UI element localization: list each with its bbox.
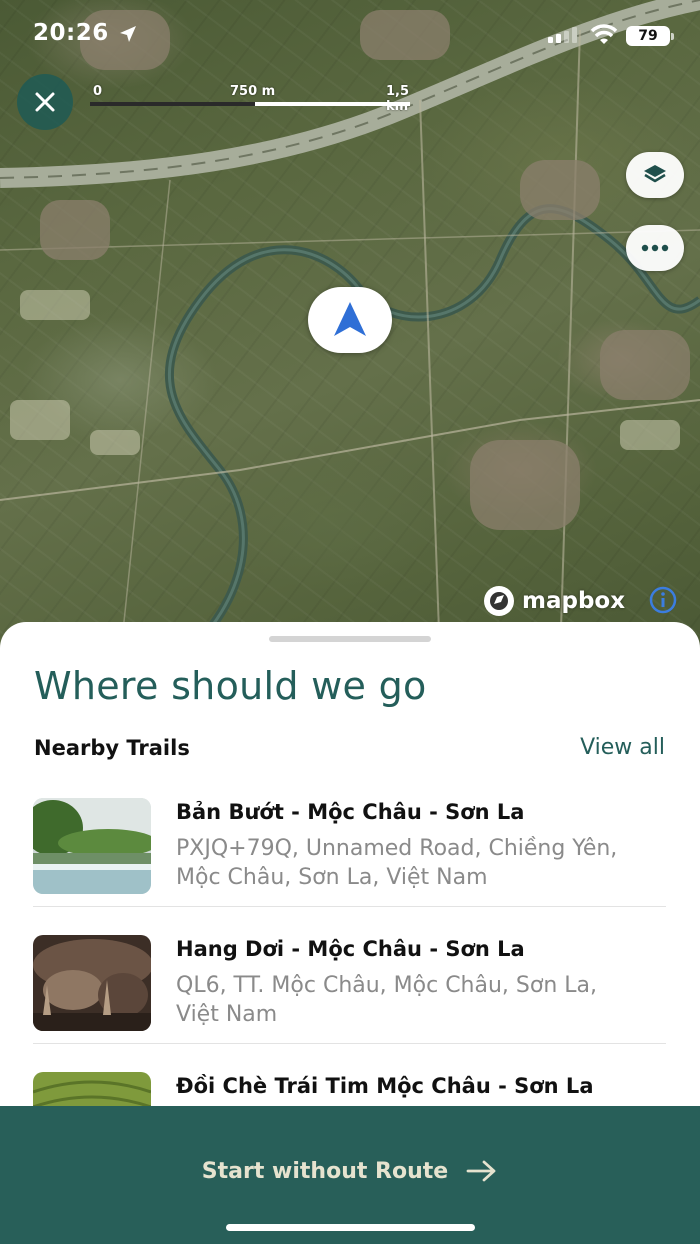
trail-list-item[interactable]: Bản Bướt - Mộc Châu - Sơn La PXJQ+79Q, U… [33,784,666,907]
more-icon [641,244,669,252]
info-icon[interactable] [648,585,678,615]
mapbox-logo-icon [484,586,514,616]
map-view[interactable]: 20:26 79 0 750 m 1,5 km mapbox [0,0,700,660]
scale-label-mid: 750 m [230,84,276,99]
wifi-icon [590,24,618,44]
layers-icon [644,165,666,183]
trail-address: PXJQ+79Q, Unnamed Road, Chiềng Yên, Mộc … [176,836,618,890]
arrow-right-icon [466,1160,496,1182]
home-indicator [226,1224,475,1231]
status-time: 20:26 [33,20,109,46]
start-without-route-label: Start without Route [201,1158,449,1184]
scale-segment-light [255,102,410,106]
trail-name: Bản Bướt - Mộc Châu - Sơn La [176,800,525,824]
map-scale-bar: 0 750 m 1,5 km [90,84,420,114]
close-icon [35,92,55,112]
mapbox-attribution: mapbox [482,584,625,618]
location-arrow-icon [120,26,136,42]
signal-icon [548,27,577,43]
more-options-button[interactable] [626,225,684,271]
close-button[interactable] [17,74,73,130]
start-without-route-button[interactable]: Start without Route [0,1146,700,1196]
nearby-trails-label: Nearby Trails [34,736,190,760]
trail-address: QL6, TT. Mộc Châu, Mộc Châu, Sơn La, Việ… [176,973,598,1027]
trail-thumbnail [33,935,151,1031]
sheet-drag-handle[interactable] [269,636,431,642]
trail-thumbnail [33,798,151,894]
scale-label-end: 1,5 km [386,84,410,114]
scale-segment-dark [90,102,255,106]
battery-indicator: 79 [626,26,674,46]
view-all-link[interactable]: View all [580,735,665,760]
sheet-title: Where should we go [34,664,427,708]
scale-label-start: 0 [93,84,103,99]
trail-list-item[interactable]: Hang Dơi - Mộc Châu - Sơn La QL6, TT. Mộ… [33,921,666,1044]
layers-button[interactable] [626,152,684,198]
mapbox-wordmark: mapbox [522,588,626,614]
navigation-arrow-icon [334,302,366,336]
current-location-marker[interactable] [308,287,392,353]
status-bar: 20:26 79 [0,0,700,70]
trail-name: Đồi Chè Trái Tim Mộc Châu - Sơn La [176,1074,594,1098]
bottom-action-bar: Start without Route [0,1106,700,1244]
trail-name: Hang Dơi - Mộc Châu - Sơn La [176,937,525,961]
